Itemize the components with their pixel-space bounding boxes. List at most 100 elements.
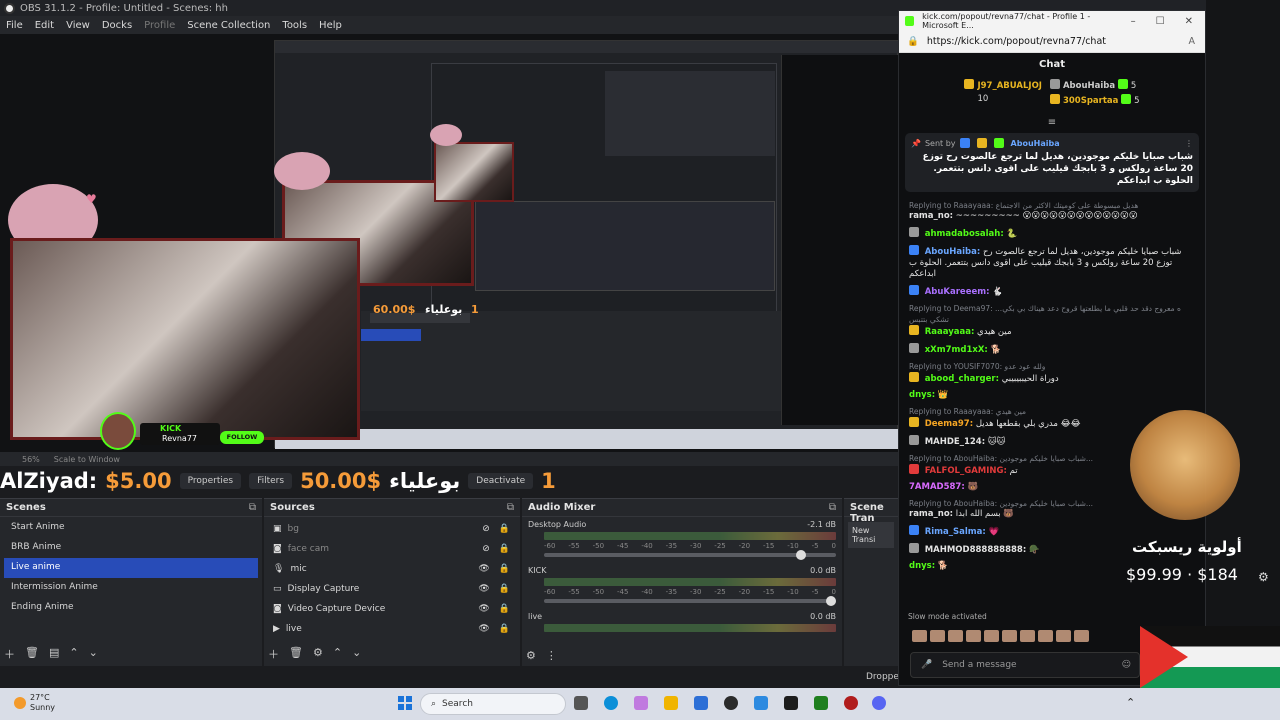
add-icon[interactable]: ＋: [268, 646, 279, 662]
properties-button[interactable]: Properties: [179, 473, 242, 489]
source-item[interactable]: ▭ Display Capture 👁 🔒: [264, 579, 520, 599]
taskbar-search[interactable]: ⌕ Search: [420, 693, 566, 715]
volume-slider[interactable]: [544, 596, 836, 606]
gear-icon[interactable]: ⚙: [1258, 570, 1269, 584]
chat-username[interactable]: FALFOL_GAMING:: [925, 466, 1007, 476]
slider-knob[interactable]: [826, 596, 836, 606]
chat-message[interactable]: Replying to YOUSIF7070: ولله عود عدو abo…: [909, 361, 1195, 385]
chat-username[interactable]: rama_no:: [909, 211, 953, 221]
menu-help[interactable]: Help: [319, 20, 342, 31]
weather-widget[interactable]: 27°C Sunny: [14, 693, 55, 713]
eye-icon[interactable]: 👁: [478, 624, 489, 634]
lock-icon[interactable]: 🔒: [499, 524, 510, 534]
app-icon[interactable]: [754, 696, 768, 710]
scene-item[interactable]: Intermission Anime: [4, 578, 258, 598]
deactivate-button[interactable]: Deactivate: [468, 473, 534, 489]
zoom-level[interactable]: 56%: [22, 455, 40, 464]
dock-float-icon[interactable]: ⧉: [507, 502, 514, 513]
menu-tools[interactable]: Tools: [282, 20, 307, 31]
pinned-message[interactable]: 📌 Sent by AbouHaiba ⋮ شباب صبايا خليكم م…: [905, 133, 1199, 192]
source-item[interactable]: 🎙 mic 👁 🔒: [264, 559, 520, 579]
eye-icon[interactable]: 👁: [478, 604, 489, 614]
chevron-up-icon[interactable]: ⌃: [69, 646, 78, 662]
scene-item[interactable]: Ending Anime: [4, 598, 258, 618]
chat-username[interactable]: dnys:: [909, 390, 935, 400]
task-view-icon[interactable]: [574, 696, 588, 710]
chat-username[interactable]: xXm7md1xX:: [925, 345, 988, 355]
emote-icon[interactable]: [1074, 630, 1089, 642]
transition-select[interactable]: New Transi: [848, 522, 894, 548]
emote-icon[interactable]: [966, 630, 981, 642]
volume-slider[interactable]: [544, 550, 836, 560]
chat-message[interactable]: AbuKareeem: 🐇: [909, 285, 1195, 298]
chevron-up-icon[interactable]: ⌃: [1126, 696, 1135, 709]
eye-off-icon[interactable]: ⊘: [482, 524, 490, 534]
chat-message[interactable]: Replying to Deema97: ...ه معروج دقد حد ق…: [909, 303, 1195, 338]
menu-edit[interactable]: Edit: [35, 20, 54, 31]
emote-icon[interactable]: [1020, 630, 1035, 642]
mic-icon[interactable]: 🎤: [921, 660, 932, 670]
read-aloud-icon[interactable]: A: [1189, 36, 1196, 47]
chat-username[interactable]: Raaayaaa:: [925, 327, 975, 337]
emote-icon[interactable]: [1038, 630, 1053, 642]
scene-item-selected[interactable]: Live anime: [4, 558, 258, 578]
more-icon[interactable]: ⋮: [546, 649, 557, 662]
gear-icon[interactable]: ⚙: [313, 646, 323, 662]
chat-message[interactable]: xXm7md1xX: 🐕: [909, 343, 1195, 356]
chat-username[interactable]: Rima_Salma:: [925, 527, 986, 537]
copilot-icon[interactable]: [634, 696, 648, 710]
chat-message[interactable]: dnys: 👑: [909, 390, 1195, 401]
dock-float-icon[interactable]: ⧉: [829, 502, 836, 513]
slider-knob[interactable]: [796, 550, 806, 560]
dock-float-icon[interactable]: ⧉: [249, 502, 256, 513]
pinned-user[interactable]: AbouHaiba: [1011, 139, 1060, 148]
obs-preview-canvas[interactable]: 60.00$ بوعلياء 1 ♥ KICK Revna77 FOLLOW: [0, 34, 898, 452]
chat-username[interactable]: MAHDE_124:: [925, 437, 985, 447]
start-button[interactable]: [398, 696, 412, 710]
source-item[interactable]: ▶ live 👁 🔒: [264, 619, 520, 639]
menu-profile[interactable]: Profile: [144, 20, 175, 31]
gear-icon[interactable]: ⚙: [526, 649, 536, 662]
chat-message[interactable]: AbouHaiba: شباب صبايا خليكم موجودين، هدي…: [909, 245, 1195, 280]
source-item[interactable]: ◙ face cam ⊘ 🔒: [264, 539, 520, 559]
filters-button[interactable]: Filters: [249, 473, 293, 489]
discord-icon[interactable]: [872, 696, 886, 710]
minimize-icon[interactable]: –: [1131, 16, 1136, 27]
chat-username[interactable]: MAHMOD888888888:: [925, 545, 1027, 555]
chat-username[interactable]: ahmadabosalah:: [925, 229, 1004, 239]
emote-icon[interactable]: [912, 630, 927, 642]
chat-username[interactable]: dnys:: [909, 561, 935, 571]
lock-icon[interactable]: 🔒: [499, 544, 510, 554]
menu-view[interactable]: View: [66, 20, 90, 31]
trash-icon[interactable]: 🗑: [25, 646, 39, 662]
add-icon[interactable]: ＋: [4, 646, 15, 662]
menu-scene-collection[interactable]: Scene Collection: [187, 20, 270, 31]
lock-icon[interactable]: 🔒: [499, 604, 510, 614]
chevron-down-icon[interactable]: ⌄: [352, 646, 361, 662]
eye-off-icon[interactable]: ⊘: [482, 544, 490, 554]
emote-icon[interactable]: [930, 630, 945, 642]
edge-icon[interactable]: [604, 696, 618, 710]
chat-username[interactable]: AbuKareeem:: [925, 287, 990, 297]
app-icon[interactable]: [844, 696, 858, 710]
lock-icon[interactable]: 🔒: [499, 564, 510, 574]
emote-icon[interactable]: [948, 630, 963, 642]
filter-icon[interactable]: ▤: [49, 646, 59, 662]
lock-icon[interactable]: 🔒: [499, 584, 510, 594]
menu-docks[interactable]: Docks: [102, 20, 132, 31]
store-icon[interactable]: [694, 696, 708, 710]
emote-icon[interactable]: [1002, 630, 1017, 642]
chat-username[interactable]: Deema97:: [925, 419, 973, 429]
obs-taskbar-icon[interactable]: [724, 696, 738, 710]
address-bar[interactable]: 🔒 https://kick.com/popout/revna77/chat A: [899, 31, 1205, 53]
scene-item[interactable]: Start Anime: [4, 518, 258, 538]
trash-icon[interactable]: 🗑: [289, 646, 303, 662]
scale-mode[interactable]: Scale to Window: [54, 455, 120, 464]
close-icon[interactable]: ✕: [1185, 16, 1193, 27]
app-icon[interactable]: [784, 696, 798, 710]
chat-username[interactable]: AbouHaiba:: [925, 247, 981, 257]
eye-icon[interactable]: 👁: [478, 564, 489, 574]
more-icon[interactable]: ⋮: [1185, 139, 1193, 148]
chat-message[interactable]: ahmadabosalah: 🐍: [909, 227, 1195, 240]
expand-pins-icon[interactable]: ≡: [899, 118, 1205, 129]
